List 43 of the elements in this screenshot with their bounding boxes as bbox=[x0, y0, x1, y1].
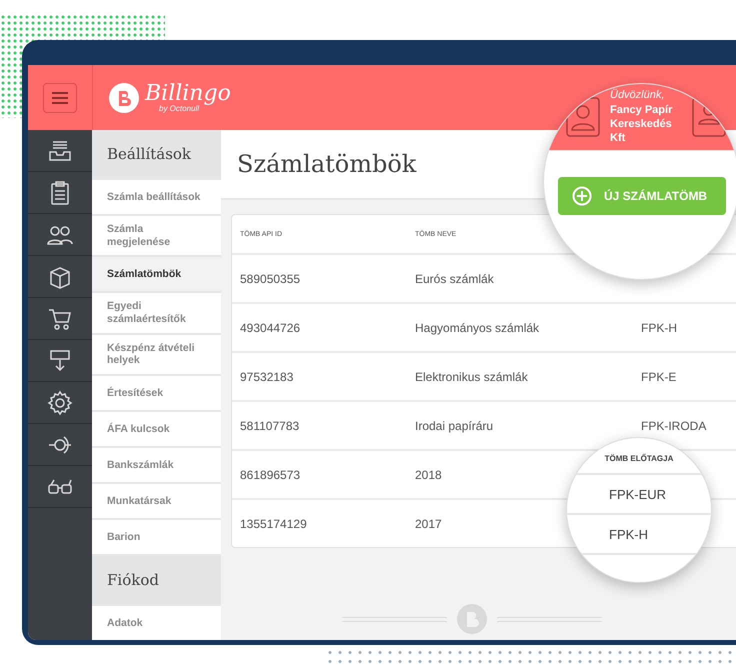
settings-icon[interactable] bbox=[47, 390, 73, 416]
user-name: Fancy Papír Kereskedés Kft bbox=[610, 102, 674, 146]
table-cell: FPK-H bbox=[641, 320, 677, 334]
logo-icon bbox=[456, 604, 486, 634]
menu-item[interactable]: Számla beállítások bbox=[92, 180, 221, 214]
table-cell: 2017 bbox=[415, 516, 442, 530]
user-icon[interactable] bbox=[692, 97, 726, 137]
logo-tagline: by Octonull bbox=[159, 104, 200, 112]
table-cell: 581107783 bbox=[240, 418, 300, 432]
menu-button[interactable] bbox=[43, 82, 77, 112]
table-cell: Eurós számlák bbox=[415, 272, 494, 286]
table-cell: 861896573 bbox=[240, 468, 300, 482]
user-icon[interactable] bbox=[566, 97, 600, 137]
menu-item[interactable]: Munkatársak bbox=[92, 484, 221, 518]
table-cell: FPK-E bbox=[641, 370, 676, 384]
logo-text: Billingo bbox=[145, 82, 231, 104]
table-cell: FPK-IRODA bbox=[641, 418, 706, 432]
menu-item[interactable]: Adatok bbox=[92, 606, 221, 640]
table-cell: 2018 bbox=[415, 468, 442, 482]
table-cell: Hagyományos számlák bbox=[415, 320, 540, 334]
menu-item[interactable]: ÁFA kulcsok bbox=[92, 412, 221, 446]
menu-item[interactable]: Számlatömbök bbox=[92, 257, 221, 292]
table-cell: 589050355 bbox=[240, 272, 300, 286]
table-cell: FPK-EUR bbox=[567, 475, 711, 515]
greeting-text: Üdvözlünk, bbox=[610, 88, 666, 103]
menu-item[interactable]: Értesítések bbox=[92, 376, 221, 410]
menu-item[interactable]: Barion bbox=[92, 520, 221, 554]
menu-item[interactable]: Készpénz átvételi helyek bbox=[92, 334, 221, 374]
column-header: TÖMB ELŐTAGJA bbox=[567, 438, 711, 475]
table-cell: FPK-H bbox=[567, 515, 711, 555]
logo-icon bbox=[109, 82, 139, 112]
menu-item[interactable]: Egyedi számlaértesítők bbox=[92, 293, 221, 333]
menu-item[interactable]: Számla megjelenése bbox=[92, 216, 221, 256]
table-cell: 493044726 bbox=[240, 320, 300, 334]
table-cell: Irodai papíráru bbox=[415, 418, 494, 432]
table-cell: 1355174129 bbox=[240, 516, 307, 530]
new-block-button[interactable]: ÚJ SZÁMLATÖMB bbox=[558, 177, 726, 215]
plus-icon bbox=[572, 186, 592, 206]
menu-icon bbox=[51, 90, 69, 104]
table-cell: 97532183 bbox=[240, 370, 294, 384]
page-title: Számlatömbök bbox=[237, 150, 416, 178]
menu-item[interactable]: Bankszámlák bbox=[92, 448, 221, 482]
table-cell: Elektronikus számlák bbox=[415, 370, 528, 384]
